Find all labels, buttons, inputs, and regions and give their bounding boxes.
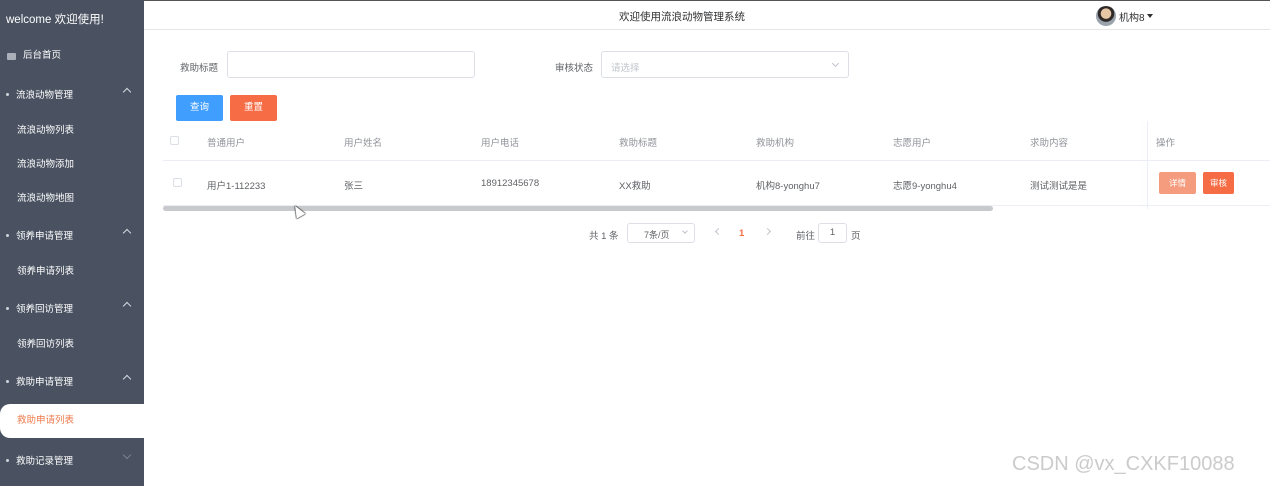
sidebar-group-label: 救助记录管理 <box>16 456 74 467</box>
column-header: 用户姓名 <box>344 138 383 149</box>
cell-name: 张三 <box>344 181 364 192</box>
caret-down-icon <box>1146 14 1153 18</box>
avatar <box>1096 6 1116 26</box>
audit-button[interactable]: 审核 <box>1203 172 1234 194</box>
sidebar-group-label: 领养申请管理 <box>16 231 74 242</box>
select-all-checkbox[interactable] <box>170 136 179 145</box>
chevron-down-icon <box>122 450 132 460</box>
cell-phone: 18912345678 <box>481 178 540 189</box>
bullet-icon <box>6 92 9 96</box>
cell-rescue-title: XX救助 <box>619 181 651 192</box>
sidebar-item-label: 后台首页 <box>23 50 62 61</box>
top-header: 欢迎使用流浪动物管理系统 机构8 <box>144 0 1270 30</box>
sidebar-group-label: 领养回访管理 <box>16 304 74 315</box>
cell-volunteer: 志愿9-yonghu4 <box>893 181 957 192</box>
sidebar-item-stray-animal-map[interactable]: 流浪动物地图 <box>0 182 144 216</box>
column-header: 救助标题 <box>619 138 658 149</box>
sidebar-group-adoption-visit[interactable]: 领养回访管理 <box>0 290 144 326</box>
page-title: 欢迎使用流浪动物管理系统 <box>619 11 745 23</box>
chevron-down-icon <box>831 59 840 68</box>
sidebar-item-adoption-visit-list[interactable]: 领养回访列表 <box>0 328 144 362</box>
audit-status-select[interactable]: 请选择 <box>601 51 849 78</box>
column-header: 救助机构 <box>756 138 795 149</box>
bullet-icon <box>6 233 9 237</box>
goto-label: 前往 <box>796 231 816 242</box>
chevron-up-icon <box>122 228 132 238</box>
page-size-value: 7条/页 <box>644 230 670 240</box>
cell-content: 测试测试是是 <box>1030 181 1088 192</box>
pagination-total: 共 1 条 <box>589 231 619 242</box>
bullet-icon <box>6 306 9 310</box>
goto-page-input[interactable]: 1 <box>818 223 847 243</box>
user-name: 机构8 <box>1119 12 1145 24</box>
detail-button[interactable]: 详情 <box>1159 172 1196 194</box>
query-button[interactable]: 查询 <box>176 95 223 121</box>
sidebar: welcome 欢迎使用! 后台首页 流浪动物管理 流浪动物列表 流浪动物添加 … <box>0 0 144 486</box>
page-suffix: 页 <box>851 231 861 242</box>
next-page-icon[interactable] <box>763 227 772 236</box>
sidebar-item-adoption-apply-list[interactable]: 领养申请列表 <box>0 255 144 289</box>
cell-user: 用户1-112233 <box>207 181 266 192</box>
watermark: CSDN @vx_CXKF10088 <box>1012 453 1235 475</box>
audit-status-label: 审核状态 <box>555 63 594 74</box>
sidebar-group-adoption-apply[interactable]: 领养申请管理 <box>0 217 144 253</box>
sidebar-item-rescue-apply-list[interactable]: 救助申请列表 <box>0 404 144 438</box>
rescue-title-label: 救助标题 <box>180 63 219 74</box>
column-header: 操作 <box>1156 138 1176 149</box>
cell-organization: 机构8-yonghu7 <box>756 181 820 192</box>
column-header: 求助内容 <box>1030 138 1069 149</box>
sidebar-item-stray-animal-list[interactable]: 流浪动物列表 <box>0 114 144 148</box>
sidebar-item-stray-animal-add[interactable]: 流浪动物添加 <box>0 148 144 182</box>
chevron-down-icon <box>682 228 688 234</box>
bullet-icon <box>6 379 9 383</box>
current-page[interactable]: 1 <box>739 228 744 239</box>
page-size-select[interactable]: 7条/页 <box>627 223 695 243</box>
chevron-up-icon <box>122 87 132 97</box>
sidebar-group-stray-animals[interactable]: 流浪动物管理 <box>0 76 144 112</box>
sidebar-group-label: 救助申请管理 <box>16 377 74 388</box>
column-header: 志愿用户 <box>893 138 932 149</box>
sidebar-group-rescue-apply[interactable]: 救助申请管理 <box>0 363 144 399</box>
column-header: 用户电话 <box>481 138 520 149</box>
row-checkbox[interactable] <box>173 178 182 187</box>
fixed-column-divider <box>1147 121 1148 209</box>
sidebar-group-label: 流浪动物管理 <box>16 90 74 101</box>
divider <box>163 160 1270 161</box>
horizontal-scrollbar[interactable] <box>163 206 993 211</box>
chevron-up-icon <box>122 301 132 311</box>
column-header: 普通用户 <box>207 138 246 149</box>
bullet-icon <box>6 458 9 462</box>
user-menu[interactable]: 机构8 <box>1096 6 1153 26</box>
reset-button[interactable]: 重置 <box>230 95 277 121</box>
sidebar-item-home[interactable]: 后台首页 <box>0 38 144 74</box>
prev-page-icon[interactable] <box>714 227 723 236</box>
rescue-title-input[interactable] <box>227 51 475 78</box>
sidebar-group-rescue-record[interactable]: 救助记录管理 <box>0 442 144 478</box>
monitor-icon <box>7 52 16 60</box>
chevron-up-icon <box>122 374 132 384</box>
select-placeholder: 请选择 <box>611 63 640 74</box>
